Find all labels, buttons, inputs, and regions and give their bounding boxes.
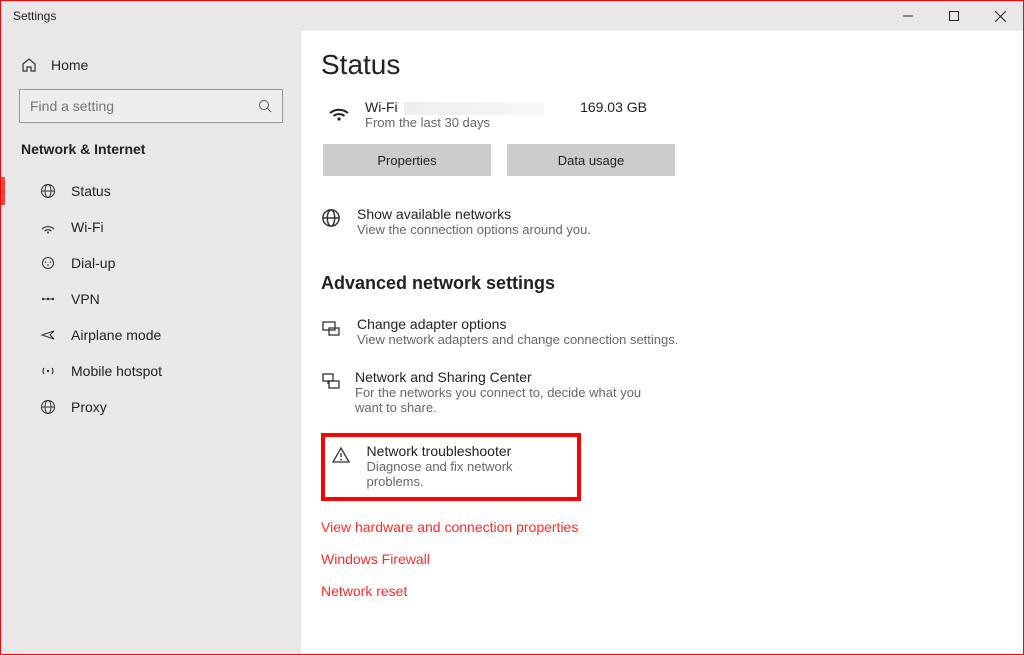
adapter-icon xyxy=(321,316,343,338)
dialup-icon xyxy=(39,255,57,271)
option-title: Show available networks xyxy=(357,206,591,222)
option-desc: For the networks you connect to, decide … xyxy=(355,385,661,415)
sidebar-item-proxy[interactable]: Proxy xyxy=(1,389,301,425)
sidebar-section-title: Network & Internet xyxy=(1,141,301,173)
warning-icon xyxy=(331,443,353,465)
wifi-icon xyxy=(39,219,57,235)
advanced-heading: Advanced network settings xyxy=(321,273,963,294)
option-desc: View the connection options around you. xyxy=(357,222,591,237)
sidebar: Home Network & Internet Status xyxy=(1,31,301,654)
titlebar: Settings xyxy=(1,1,1023,31)
globe-icon xyxy=(39,183,57,199)
sidebar-item-airplane[interactable]: Airplane mode xyxy=(1,317,301,353)
link-windows-firewall[interactable]: Windows Firewall xyxy=(321,551,963,567)
vpn-icon xyxy=(39,291,57,307)
sharing-icon xyxy=(321,369,341,391)
hotspot-icon xyxy=(39,363,57,379)
properties-button[interactable]: Properties xyxy=(323,144,491,176)
proxy-icon xyxy=(39,399,57,415)
sidebar-item-label: Status xyxy=(71,183,111,199)
sidebar-item-label: Proxy xyxy=(71,399,107,415)
home-link[interactable]: Home xyxy=(1,49,301,89)
wifi-ssid-redacted xyxy=(404,102,544,115)
network-troubleshooter[interactable]: Network troubleshooter Diagnose and fix … xyxy=(331,443,569,489)
option-desc: View network adapters and change connect… xyxy=(357,332,678,347)
maximize-button[interactable] xyxy=(931,1,977,31)
option-title: Network troubleshooter xyxy=(367,443,569,459)
sidebar-item-label: Airplane mode xyxy=(71,327,161,343)
sidebar-item-wifi[interactable]: Wi-Fi xyxy=(1,209,301,245)
search-icon xyxy=(258,99,272,113)
sidebar-item-hotspot[interactable]: Mobile hotspot xyxy=(1,353,301,389)
sidebar-item-vpn[interactable]: VPN xyxy=(1,281,301,317)
sidebar-item-status[interactable]: Status xyxy=(1,173,301,209)
wifi-signal-icon xyxy=(327,99,351,123)
change-adapter-options[interactable]: Change adapter options View network adap… xyxy=(321,316,963,347)
wifi-name: Wi-Fi xyxy=(365,99,398,115)
wifi-subtext: From the last 30 days xyxy=(365,115,544,130)
data-usage-button[interactable]: Data usage xyxy=(507,144,675,176)
option-title: Network and Sharing Center xyxy=(355,369,661,385)
main-content: Status Wi-Fi From the last 30 days 169.0… xyxy=(301,31,1023,654)
home-label: Home xyxy=(51,57,88,73)
search-input[interactable] xyxy=(19,89,283,123)
globe-icon xyxy=(321,206,343,228)
close-button[interactable] xyxy=(977,1,1023,31)
sidebar-item-label: Wi-Fi xyxy=(71,219,104,235)
sidebar-item-dialup[interactable]: Dial-up xyxy=(1,245,301,281)
link-hardware-properties[interactable]: View hardware and connection properties xyxy=(321,519,963,535)
sidebar-item-label: Mobile hotspot xyxy=(71,363,162,379)
network-troubleshooter-highlight: Network troubleshooter Diagnose and fix … xyxy=(321,433,581,501)
minimize-button[interactable] xyxy=(885,1,931,31)
home-icon xyxy=(21,57,37,73)
show-available-networks[interactable]: Show available networks View the connect… xyxy=(321,206,963,237)
option-title: Change adapter options xyxy=(357,316,678,332)
airplane-icon xyxy=(39,327,57,343)
network-sharing-center[interactable]: Network and Sharing Center For the netwo… xyxy=(321,369,661,415)
window-title: Settings xyxy=(1,9,56,23)
page-title: Status xyxy=(321,49,963,81)
wifi-status-block: Wi-Fi From the last 30 days 169.03 GB xyxy=(327,99,687,130)
option-desc: Diagnose and fix network problems. xyxy=(367,459,569,489)
sidebar-item-label: VPN xyxy=(71,291,100,307)
link-network-reset[interactable]: Network reset xyxy=(321,583,963,599)
wifi-data-usage: 169.03 GB xyxy=(580,99,687,115)
sidebar-item-label: Dial-up xyxy=(71,255,115,271)
search-input-field[interactable] xyxy=(30,98,258,114)
